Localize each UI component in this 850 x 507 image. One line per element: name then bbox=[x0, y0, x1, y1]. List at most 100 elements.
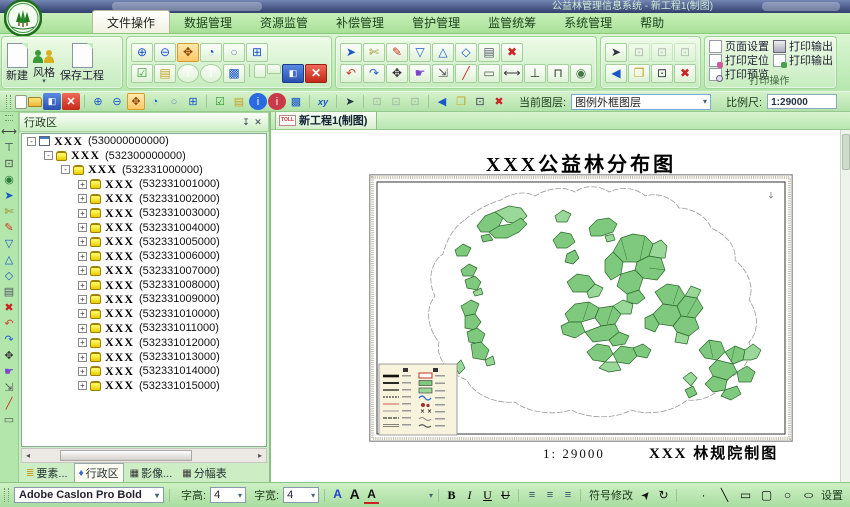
sidebar-tab-elements[interactable]: ≣要素... bbox=[22, 464, 72, 482]
info-icon[interactable]: i bbox=[177, 64, 199, 83]
layer-transfer-icon[interactable]: ⇲ bbox=[1, 380, 17, 395]
close-icon[interactable]: ✕ bbox=[252, 117, 264, 128]
polygon-down-icon[interactable]: ▽ bbox=[1, 236, 17, 251]
zoom-frame-icon[interactable]: ⊞ bbox=[246, 43, 268, 62]
xy-coordinate-icon[interactable]: xy bbox=[314, 93, 332, 110]
close-icon[interactable]: ✕ bbox=[62, 93, 80, 110]
new-project-button[interactable]: 新建 bbox=[6, 43, 28, 82]
print-output2-button[interactable]: 打印输出 bbox=[773, 52, 837, 68]
menu-tab-file-ops[interactable]: 文件操作 bbox=[92, 10, 170, 33]
expand-icon[interactable]: + bbox=[78, 194, 87, 203]
save-icon[interactable]: ◧ bbox=[43, 93, 61, 110]
layer-transfer-icon[interactable]: ⇲ bbox=[432, 64, 454, 83]
circle-shape-icon[interactable]: ○ bbox=[780, 487, 795, 503]
menu-tab-compensation-mgmt[interactable]: 补偿管理 bbox=[322, 11, 398, 33]
scrollbar-thumb[interactable] bbox=[842, 134, 850, 170]
style-button[interactable]: 风格 ▾ bbox=[32, 42, 56, 84]
expand-icon[interactable]: + bbox=[78, 237, 87, 246]
pen-icon[interactable]: ✎ bbox=[386, 43, 408, 62]
undo-icon[interactable]: ↶ bbox=[340, 64, 362, 83]
tree-node[interactable]: -XXX(530000000000) bbox=[22, 134, 266, 148]
tree-node[interactable]: +XXX(532331011000) bbox=[22, 321, 266, 335]
box-select-out-icon[interactable]: ⊡ bbox=[674, 43, 696, 62]
scroll-right-icon[interactable]: ▸ bbox=[254, 451, 266, 460]
horizontal-scrollbar[interactable]: ◂ ▸ bbox=[21, 448, 267, 463]
collapse-icon[interactable]: - bbox=[27, 137, 36, 146]
undo-icon[interactable]: ↶ bbox=[1, 316, 17, 331]
close-map-icon[interactable]: ✕ bbox=[305, 64, 327, 83]
copy-feature-icon[interactable]: ❐ bbox=[628, 64, 650, 83]
tree-node[interactable]: +XXX(532331007000) bbox=[22, 264, 266, 278]
measure-icon[interactable]: ⟷ bbox=[1, 124, 17, 139]
diamond-node-icon[interactable]: ◇ bbox=[455, 43, 477, 62]
menu-tab-guard-mgmt[interactable]: 管护管理 bbox=[398, 11, 474, 33]
expand-icon[interactable]: + bbox=[78, 324, 87, 333]
chevron-down-icon[interactable]: ▾ bbox=[429, 491, 433, 500]
menu-tab-help[interactable]: 帮助 bbox=[626, 11, 678, 33]
expand-icon[interactable]: + bbox=[78, 309, 87, 318]
menu-tab-resource-monitor[interactable]: 资源监管 bbox=[246, 11, 322, 33]
expand-icon[interactable]: + bbox=[78, 266, 87, 275]
zoom-free-icon[interactable]: ○ bbox=[165, 93, 183, 110]
tree-node[interactable]: +XXX(532331008000) bbox=[22, 278, 266, 292]
marquee-icon[interactable]: ⊡ bbox=[651, 64, 673, 83]
tree-node[interactable]: +XXX(532331013000) bbox=[22, 350, 266, 364]
underline-icon[interactable]: U bbox=[480, 487, 495, 503]
tree-node[interactable]: +XXX(532331014000) bbox=[22, 364, 266, 378]
open-map-icon[interactable] bbox=[267, 64, 281, 74]
view-scale-icon[interactable]: ◉ bbox=[1, 172, 17, 187]
redo-icon[interactable]: ↷ bbox=[363, 64, 385, 83]
symbol-edit-button[interactable]: 符号修改 bbox=[586, 487, 636, 503]
tree-node[interactable]: +XXX(532331002000) bbox=[22, 192, 266, 206]
baseline-tool-icon[interactable]: ⊤ bbox=[1, 140, 17, 155]
zoom-out-icon[interactable]: ⊖ bbox=[154, 43, 176, 62]
info-icon[interactable]: i bbox=[249, 93, 267, 110]
draw-rect-icon[interactable]: ▭ bbox=[1, 412, 17, 427]
snap-icon[interactable]: ✄ bbox=[363, 43, 385, 62]
delete-feature-icon[interactable]: ✖ bbox=[501, 43, 523, 62]
fly-select-icon[interactable]: ➤ bbox=[1, 188, 17, 203]
sidebar-tab-admin-region[interactable]: ♦行政区 bbox=[74, 463, 124, 483]
annotate-icon[interactable]: ▤ bbox=[1, 284, 17, 299]
tree-node[interactable]: +XXX(532331001000) bbox=[22, 177, 266, 191]
expand-icon[interactable]: + bbox=[78, 281, 87, 290]
menu-tab-system-mgmt[interactable]: 系统管理 bbox=[550, 11, 626, 33]
box-select-in-icon[interactable]: ⊡ bbox=[651, 43, 673, 62]
sidebar-tab-sheet-table[interactable]: ▦分幅表 bbox=[178, 464, 230, 482]
zoom-select-icon[interactable]: ◔ bbox=[200, 43, 222, 62]
cursor-arrow-icon[interactable]: ➤ bbox=[635, 484, 657, 506]
pin-icon[interactable]: ↧ bbox=[240, 117, 252, 128]
tree-node[interactable]: +XXX(532331005000) bbox=[22, 235, 266, 249]
rotate-icon[interactable]: ↻ bbox=[656, 487, 671, 503]
pan-icon[interactable]: ✥ bbox=[177, 43, 199, 62]
delete-selection-icon[interactable]: ✖ bbox=[490, 93, 508, 110]
new-map-icon[interactable] bbox=[254, 64, 266, 78]
tree-node[interactable]: +XXX(532331012000) bbox=[22, 335, 266, 349]
pan-page-icon[interactable]: ☛ bbox=[409, 64, 431, 83]
frame-tool-icon[interactable]: ⊡ bbox=[1, 156, 17, 171]
tree-node[interactable]: +XXX(532331015000) bbox=[22, 379, 266, 393]
align-right-icon[interactable]: ≡ bbox=[560, 487, 575, 503]
align-center-icon[interactable]: ≡ bbox=[542, 487, 557, 503]
move-icon[interactable]: ✥ bbox=[386, 64, 408, 83]
pan-page-icon[interactable]: ☛ bbox=[1, 364, 17, 379]
zoom-free-icon[interactable]: ○ bbox=[223, 43, 245, 62]
font-color-black-icon[interactable]: A bbox=[347, 486, 362, 502]
measure-icon[interactable]: ⟷ bbox=[501, 64, 523, 83]
eye-icon[interactable]: ◉ bbox=[570, 64, 592, 83]
italic-icon[interactable]: I bbox=[462, 487, 477, 503]
font-color-red-icon[interactable]: A bbox=[364, 486, 379, 504]
page-refresh-icon[interactable]: ▤ bbox=[154, 64, 176, 83]
zoom-in-icon[interactable]: ⊕ bbox=[89, 93, 107, 110]
point-shape-icon[interactable]: · bbox=[696, 487, 711, 503]
tree-node[interactable]: -XXX(532331000000) bbox=[22, 163, 266, 177]
identify-icon[interactable]: i bbox=[200, 64, 222, 83]
draw-line-icon[interactable]: ╱ bbox=[1, 396, 17, 411]
tsquare-icon[interactable]: ⊥ bbox=[524, 64, 546, 83]
fit-view-icon[interactable]: ◀ bbox=[433, 93, 451, 110]
redo-icon[interactable]: ↷ bbox=[1, 332, 17, 347]
expand-icon[interactable]: + bbox=[78, 367, 87, 376]
char-width-dropdown[interactable]: 4 ▾ bbox=[283, 487, 319, 503]
menu-tab-data-mgmt[interactable]: 数据管理 bbox=[170, 11, 246, 33]
document-tab[interactable]: TOLL 新工程1(制图) bbox=[275, 112, 377, 129]
